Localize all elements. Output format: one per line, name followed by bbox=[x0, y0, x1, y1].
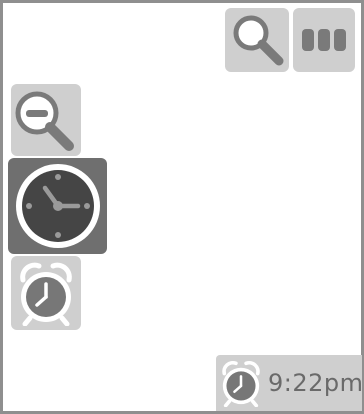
alarm-clock-icon bbox=[15, 260, 77, 326]
search-icon bbox=[227, 10, 287, 70]
alarm-clock-icon bbox=[218, 358, 264, 408]
clock-button[interactable] bbox=[8, 158, 107, 254]
clock-icon bbox=[12, 160, 104, 252]
alarm-button[interactable] bbox=[11, 256, 81, 330]
search-button[interactable] bbox=[225, 8, 289, 72]
zoom-out-icon bbox=[13, 87, 79, 153]
alarm-status[interactable]: 9:22pm bbox=[216, 355, 364, 411]
menu-button[interactable] bbox=[293, 8, 355, 72]
zoom-out-button[interactable] bbox=[11, 84, 81, 156]
alarm-time-text: 9:22pm bbox=[268, 369, 364, 397]
menu-icon bbox=[299, 25, 349, 55]
